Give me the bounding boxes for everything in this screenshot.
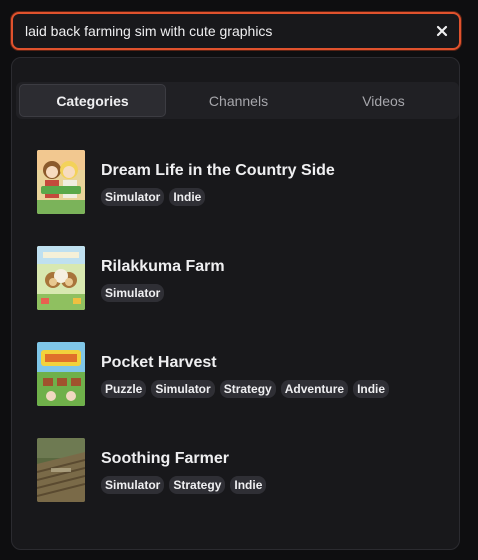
tag-list: Simulator Indie [101, 188, 335, 206]
search-results-panel: Categories Channels Videos Dream Life in… [11, 57, 460, 550]
results-list: Dream Life in the Country Side Simulator… [37, 150, 437, 534]
result-type-tabs: Categories Channels Videos [16, 82, 459, 119]
tag-list: Simulator Strategy Indie [101, 476, 267, 494]
search-bar[interactable] [11, 12, 461, 50]
tab-categories[interactable]: Categories [19, 84, 166, 117]
tag-list: Puzzle Simulator Strategy Adventure Indi… [101, 380, 390, 398]
tag[interactable]: Strategy [169, 476, 226, 494]
close-icon [436, 25, 448, 37]
tag[interactable]: Strategy [219, 380, 276, 398]
game-cover-art [37, 438, 85, 502]
result-title: Soothing Farmer [101, 450, 230, 467]
result-item[interactable]: Dream Life in the Country Side Simulator… [37, 150, 437, 246]
result-title: Pocket Harvest [101, 354, 217, 371]
tag[interactable]: Simulator [101, 188, 165, 206]
tag[interactable]: Indie [353, 380, 390, 398]
tab-videos[interactable]: Videos [311, 84, 456, 117]
game-cover-art [37, 150, 85, 214]
tag[interactable]: Puzzle [101, 380, 147, 398]
result-title: Rilakkuma Farm [101, 258, 225, 275]
tag[interactable]: Indie [169, 188, 206, 206]
game-cover-art [37, 342, 85, 406]
result-item[interactable]: Rilakkuma Farm Simulator [37, 246, 437, 342]
game-cover-art [37, 246, 85, 310]
tag[interactable]: Simulator [101, 284, 165, 302]
clear-search-button[interactable] [425, 14, 459, 48]
tag[interactable]: Simulator [101, 476, 165, 494]
result-title: Dream Life in the Country Side [101, 162, 335, 179]
tag[interactable]: Adventure [280, 380, 349, 398]
tag[interactable]: Indie [230, 476, 267, 494]
tab-channels[interactable]: Channels [166, 84, 311, 117]
tag-list: Simulator [101, 284, 225, 302]
result-item[interactable]: Pocket Harvest Puzzle Simulator Strategy… [37, 342, 437, 438]
search-input[interactable] [13, 14, 425, 48]
tag[interactable]: Simulator [151, 380, 215, 398]
result-item[interactable]: Soothing Farmer Simulator Strategy Indie [37, 438, 437, 534]
